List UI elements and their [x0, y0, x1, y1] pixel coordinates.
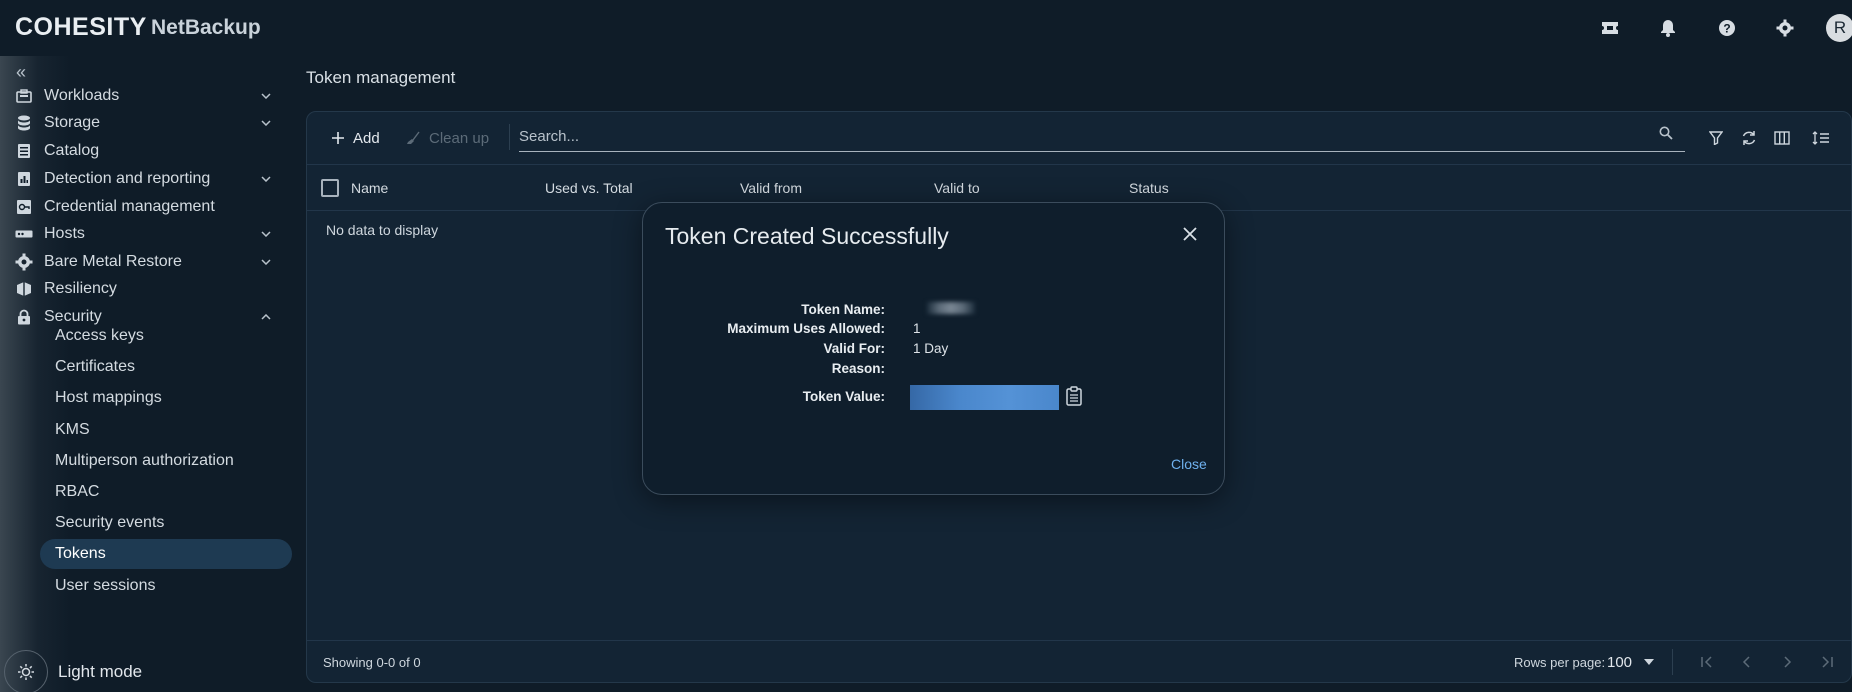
valid-for-label: Valid For:: [823, 341, 885, 356]
chevron-down-icon: [258, 226, 274, 242]
column-header-name[interactable]: Name: [351, 180, 388, 196]
caret-down-icon: [1644, 659, 1655, 665]
sidebar-item-host-mappings[interactable]: Host mappings: [40, 383, 292, 413]
pagination-divider: [1672, 649, 1673, 675]
sidebar-item-certificates[interactable]: Certificates: [40, 352, 292, 382]
report-icon: [14, 169, 34, 189]
ticket-icon[interactable]: [1597, 15, 1623, 41]
column-header-used-vs-total[interactable]: Used vs. Total: [545, 180, 633, 196]
sidebar-item-label: Hosts: [44, 225, 85, 242]
sidebar: « Workloads Storage Catalog Detection an…: [0, 56, 300, 692]
bmr-gear-icon: [14, 252, 34, 272]
sidebar-item-detection-and-reporting[interactable]: Detection and reporting: [0, 164, 290, 194]
resiliency-icon: [14, 279, 34, 299]
sidebar-item-label: Resiliency: [44, 280, 117, 297]
clipboard-copy-icon[interactable]: [1065, 386, 1083, 411]
columns-icon[interactable]: [1771, 127, 1793, 149]
rows-per-page-label: Rows per page:: [1514, 655, 1606, 670]
max-uses-label: Maximum Uses Allowed:: [727, 321, 885, 336]
sidebar-item-resiliency[interactable]: Resiliency: [0, 274, 290, 304]
empty-state-text: No data to display: [326, 222, 439, 238]
previous-page-icon[interactable]: [1737, 652, 1757, 672]
last-page-icon[interactable]: [1817, 652, 1837, 672]
refresh-icon[interactable]: [1738, 127, 1760, 149]
cohesity-logo: COHESITY: [15, 13, 147, 41]
sidebar-item-security-events[interactable]: Security events: [40, 508, 292, 538]
chevron-down-icon: [258, 254, 274, 270]
page-title: Token management: [306, 68, 456, 87]
token-value-label: Token Value:: [802, 389, 885, 404]
close-button[interactable]: Close: [1171, 456, 1207, 472]
dialog-title: Token Created Successfully: [665, 223, 949, 249]
select-all-checkbox[interactable]: [321, 179, 339, 197]
host-icon: [14, 224, 34, 244]
product-name: NetBackup: [151, 16, 261, 39]
search-icon[interactable]: [1659, 126, 1673, 145]
broom-icon: [407, 131, 420, 144]
add-label: Add: [353, 129, 380, 147]
first-page-icon[interactable]: [1697, 652, 1717, 672]
collapse-sidebar-icon[interactable]: «: [16, 62, 26, 83]
sidebar-item-tokens[interactable]: Tokens: [40, 539, 292, 569]
density-icon[interactable]: [1810, 127, 1832, 149]
valid-for-value: 1 Day: [913, 341, 949, 356]
bell-icon[interactable]: [1655, 15, 1681, 41]
credential-icon: [14, 197, 34, 217]
rows-per-page-select[interactable]: 100: [1607, 651, 1655, 673]
next-page-icon[interactable]: [1777, 652, 1797, 672]
table-footer: Showing 0-0 of 0 Rows per page: 100: [307, 640, 1851, 682]
chevron-down-icon: [258, 88, 274, 104]
chevron-down-icon: [258, 115, 274, 131]
sidebar-item-bare-metal-restore[interactable]: Bare Metal Restore: [0, 247, 290, 277]
database-icon: [14, 113, 34, 133]
plus-icon: [332, 132, 344, 144]
search-input[interactable]: [519, 122, 1685, 152]
filter-icon[interactable]: [1705, 127, 1727, 149]
sidebar-item-credential-management[interactable]: Credential management: [0, 192, 290, 222]
clean-up-button[interactable]: Clean up: [405, 126, 489, 150]
briefcase-icon: [14, 86, 34, 106]
max-uses-value: 1: [913, 321, 921, 336]
column-header-status[interactable]: Status: [1129, 180, 1169, 196]
sidebar-item-hosts[interactable]: Hosts: [0, 219, 290, 249]
token-name-label: Token Name:: [801, 302, 885, 317]
user-avatar[interactable]: R: [1826, 14, 1852, 42]
sidebar-item-kms[interactable]: KMS: [40, 415, 292, 445]
lock-icon: [14, 307, 34, 327]
close-icon[interactable]: [1179, 223, 1201, 245]
gear-icon[interactable]: [1772, 15, 1798, 41]
token-value-redacted[interactable]: [910, 385, 1059, 410]
sun-icon: [4, 650, 48, 692]
sidebar-item-label: Credential management: [44, 198, 215, 215]
catalog-icon: [14, 141, 34, 161]
sidebar-item-catalog[interactable]: Catalog: [0, 136, 290, 166]
sidebar-item-access-keys[interactable]: Access keys: [40, 321, 292, 351]
sidebar-item-label: Storage: [44, 114, 101, 131]
light-mode-label: Light mode: [58, 662, 143, 681]
sidebar-item-rbac[interactable]: RBAC: [40, 477, 292, 507]
sidebar-item-label: Catalog: [44, 142, 100, 159]
sidebar-item-user-sessions[interactable]: User sessions: [40, 571, 292, 601]
sidebar-item-label: Bare Metal Restore: [44, 253, 182, 270]
chevron-down-icon: [258, 171, 274, 187]
sidebar-item-multiperson-authorization[interactable]: Multiperson authorization: [40, 446, 292, 476]
reason-label: Reason:: [831, 361, 885, 376]
showing-count: Showing 0-0 of 0: [323, 655, 421, 670]
sidebar-item-storage[interactable]: Storage: [0, 108, 290, 138]
svg-text:?: ?: [1723, 22, 1730, 36]
help-icon[interactable]: ?: [1714, 15, 1740, 41]
sidebar-item-workloads[interactable]: Workloads: [0, 81, 290, 111]
sidebar-item-label: Detection and reporting: [44, 170, 211, 187]
token-created-dialog: Token Created Successfully Token Name: M…: [642, 202, 1225, 495]
token-name-value-redacted: [927, 302, 975, 314]
column-header-valid-to[interactable]: Valid to: [934, 180, 980, 196]
column-header-valid-from[interactable]: Valid from: [740, 180, 802, 196]
rows-per-page-value: 100: [1607, 653, 1633, 671]
toolbar-divider: [509, 124, 510, 150]
clean-up-label: Clean up: [429, 129, 490, 147]
light-mode-toggle[interactable]: Light mode: [4, 649, 142, 692]
sidebar-item-label: Workloads: [44, 87, 120, 104]
add-button[interactable]: Add: [331, 126, 380, 150]
top-bar: COHESITY NetBackup ? R: [0, 0, 1852, 56]
